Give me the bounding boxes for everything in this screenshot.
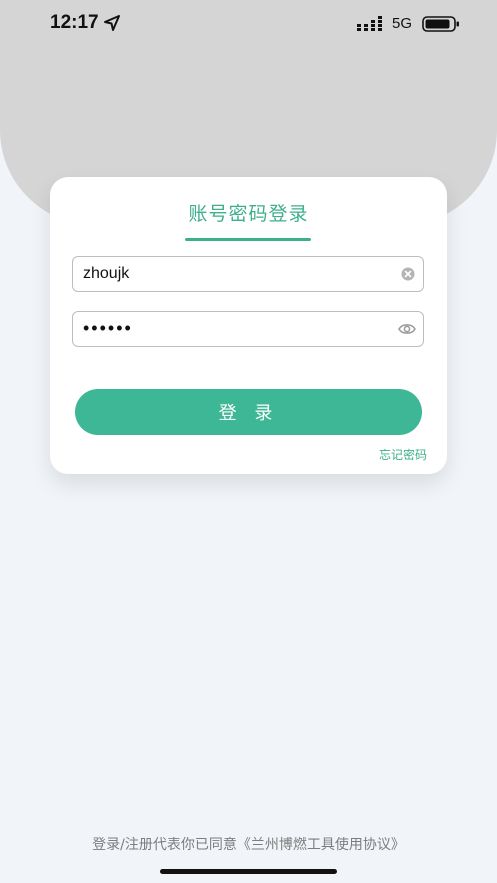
login-card: 账号密码登录 登 录 忘记密码 — [50, 177, 447, 474]
login-button[interactable]: 登 录 — [75, 389, 422, 435]
clear-icon[interactable] — [401, 267, 415, 281]
home-indicator — [160, 869, 337, 874]
battery-icon — [422, 16, 459, 32]
eye-icon[interactable] — [398, 322, 416, 336]
password-input[interactable] — [83, 312, 383, 345]
tab-underline — [185, 238, 311, 241]
username-field[interactable] — [72, 256, 424, 292]
status-bar: 12:17 5G — [0, 0, 497, 50]
password-field[interactable] — [72, 311, 424, 347]
signal-icon — [357, 16, 382, 31]
username-input[interactable] — [83, 257, 383, 290]
agreement-text[interactable]: 登录/注册代表你已同意《兰州博燃工具使用协议》 — [0, 834, 497, 854]
status-time: 12:17 — [50, 12, 99, 33]
location-arrow-icon — [104, 15, 120, 31]
login-tab-title[interactable]: 账号密码登录 — [50, 199, 447, 226]
forgot-password-link[interactable]: 忘记密码 — [379, 446, 427, 463]
network-type: 5G — [392, 15, 413, 32]
